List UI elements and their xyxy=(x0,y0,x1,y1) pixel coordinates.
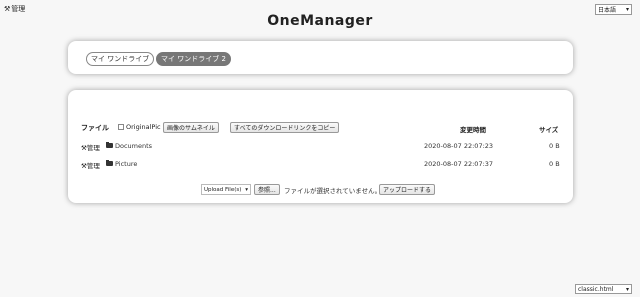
theme-select[interactable]: classic.html ▾ xyxy=(575,284,632,294)
no-file-text: ファイルが選択されていません。 xyxy=(284,187,382,195)
size-column-label: サイズ xyxy=(539,126,559,134)
theme-value: classic.html xyxy=(578,285,614,293)
file-column-label: ファイル xyxy=(81,124,109,132)
file-list-panel: ファイル OriginalPic 画像のサムネイル すべてのダウンロードリンクを… xyxy=(68,90,573,203)
thumbnail-button[interactable]: 画像のサムネイル xyxy=(163,122,219,133)
row-admin-link[interactable]: ⚒管理 xyxy=(81,142,100,152)
original-pic-option[interactable]: OriginalPic xyxy=(118,123,161,131)
original-pic-checkbox[interactable] xyxy=(118,124,124,130)
modified-column-label: 変更時間 xyxy=(460,126,486,134)
file-modified: 2020-08-07 22:07:23 xyxy=(424,142,494,150)
table-row[interactable]: ⚒管理 Documents 2020-08-07 22:07:23 0 B xyxy=(68,141,573,152)
folder-icon xyxy=(106,142,113,148)
file-size: 0 B xyxy=(549,160,560,168)
file-modified: 2020-08-07 22:07:37 xyxy=(424,160,494,168)
chevron-down-icon: ▾ xyxy=(625,285,629,293)
file-name[interactable]: Documents xyxy=(115,142,152,150)
original-pic-label: OriginalPic xyxy=(126,123,161,131)
file-list-header: ファイル OriginalPic 画像のサムネイル すべてのダウンロードリンクを… xyxy=(68,122,573,134)
drive-button-2[interactable]: マイ ワンドライブ 2 xyxy=(156,52,231,66)
upload-mode-select[interactable]: Upload File(s) ▾ xyxy=(201,184,251,195)
chevron-down-icon: ▾ xyxy=(625,6,629,13)
chevron-down-icon: ▾ xyxy=(245,186,248,193)
browse-button[interactable]: 参照... xyxy=(254,184,280,195)
page-title: OneManager xyxy=(267,13,373,29)
wrench-icon: ⚒ xyxy=(4,5,11,13)
file-name[interactable]: Picture xyxy=(115,160,137,168)
drive-button-1[interactable]: マイ ワンドライブ xyxy=(86,52,155,66)
upload-mode-value: Upload File(s) xyxy=(204,186,242,193)
row-admin-link[interactable]: ⚒管理 xyxy=(81,160,100,170)
table-row[interactable]: ⚒管理 Picture 2020-08-07 22:07:37 0 B xyxy=(68,159,573,170)
folder-icon xyxy=(106,160,113,166)
file-size: 0 B xyxy=(549,142,560,150)
copy-all-links-button[interactable]: すべてのダウンロードリンクをコピー xyxy=(230,122,340,133)
upload-bar: Upload File(s) ▾ 参照... ファイルが選択されていません。 ア… xyxy=(68,184,573,195)
upload-button[interactable]: アップロードする xyxy=(379,184,436,195)
drive-selector-panel: マイ ワンドライブ マイ ワンドライブ 2 xyxy=(68,41,573,74)
